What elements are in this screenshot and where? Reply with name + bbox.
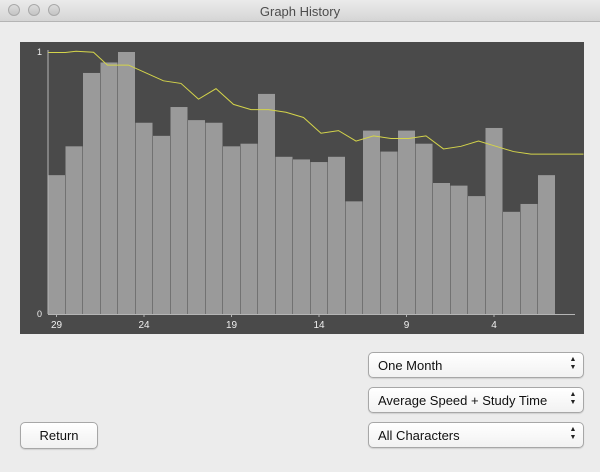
time-range-popup[interactable]: One Month ▲ ▼ — [368, 352, 584, 378]
y-tick-label: 0 — [37, 309, 42, 319]
x-tick-label: 9 — [404, 320, 410, 331]
chart-bar — [135, 122, 153, 315]
x-tick-label: 14 — [313, 320, 325, 331]
chart-bar — [485, 127, 503, 314]
chart-bar — [205, 122, 223, 315]
chart-bar — [503, 211, 520, 314]
time-range-value: One Month — [378, 358, 443, 373]
x-tick-label: 19 — [226, 320, 238, 331]
chart-bar — [415, 143, 433, 314]
chart-bar — [380, 151, 398, 314]
chart-bar — [538, 175, 555, 314]
chart-bar — [258, 93, 275, 314]
chart-canvas: 1 0 29 24 19 14 9 4 — [37, 47, 584, 331]
chart-bar — [345, 201, 363, 314]
character-filter-popup[interactable]: All Characters ▲ ▼ — [368, 422, 584, 448]
y-tick-label: 1 — [37, 47, 42, 57]
chart-bar — [100, 62, 118, 315]
chart-bar — [275, 156, 293, 314]
graph-mode-popup[interactable]: Average Speed + Study Time ▲ ▼ — [368, 387, 584, 413]
chart-bar — [153, 135, 170, 314]
chart-bar — [83, 72, 100, 315]
return-button[interactable]: Return — [20, 422, 98, 449]
window-title: Graph History — [259, 4, 341, 19]
chart-bar — [188, 120, 205, 315]
chart-bar — [468, 196, 485, 314]
character-filter-value: All Characters — [378, 428, 460, 443]
x-tick-label: 24 — [138, 320, 150, 331]
chart-bar — [520, 203, 538, 314]
up-down-arrows-icon: ▲ ▼ — [569, 426, 577, 441]
up-down-arrows-icon: ▲ ▼ — [569, 356, 577, 371]
title-bar[interactable]: Graph History — [0, 0, 600, 22]
chart-bar — [328, 156, 345, 314]
x-tick-label: 4 — [491, 320, 497, 331]
chart-bar — [240, 143, 258, 314]
history-chart: 1 0 29 24 19 14 9 4 — [20, 42, 584, 334]
chart-bar — [48, 175, 65, 314]
chart-bar — [118, 52, 135, 314]
chart-bar — [450, 185, 468, 314]
graph-mode-value: Average Speed + Study Time — [378, 393, 548, 408]
x-tick-label: 29 — [51, 320, 63, 331]
chart-bar — [363, 130, 380, 314]
chart-bar — [433, 183, 450, 314]
chart-bar — [223, 146, 240, 314]
up-down-arrows-icon: ▲ ▼ — [569, 391, 577, 406]
chart-bar — [398, 130, 415, 314]
chart-bar — [65, 146, 83, 314]
chart-bar — [293, 159, 310, 314]
chart-bar — [170, 107, 188, 315]
chart-bar — [310, 162, 328, 314]
